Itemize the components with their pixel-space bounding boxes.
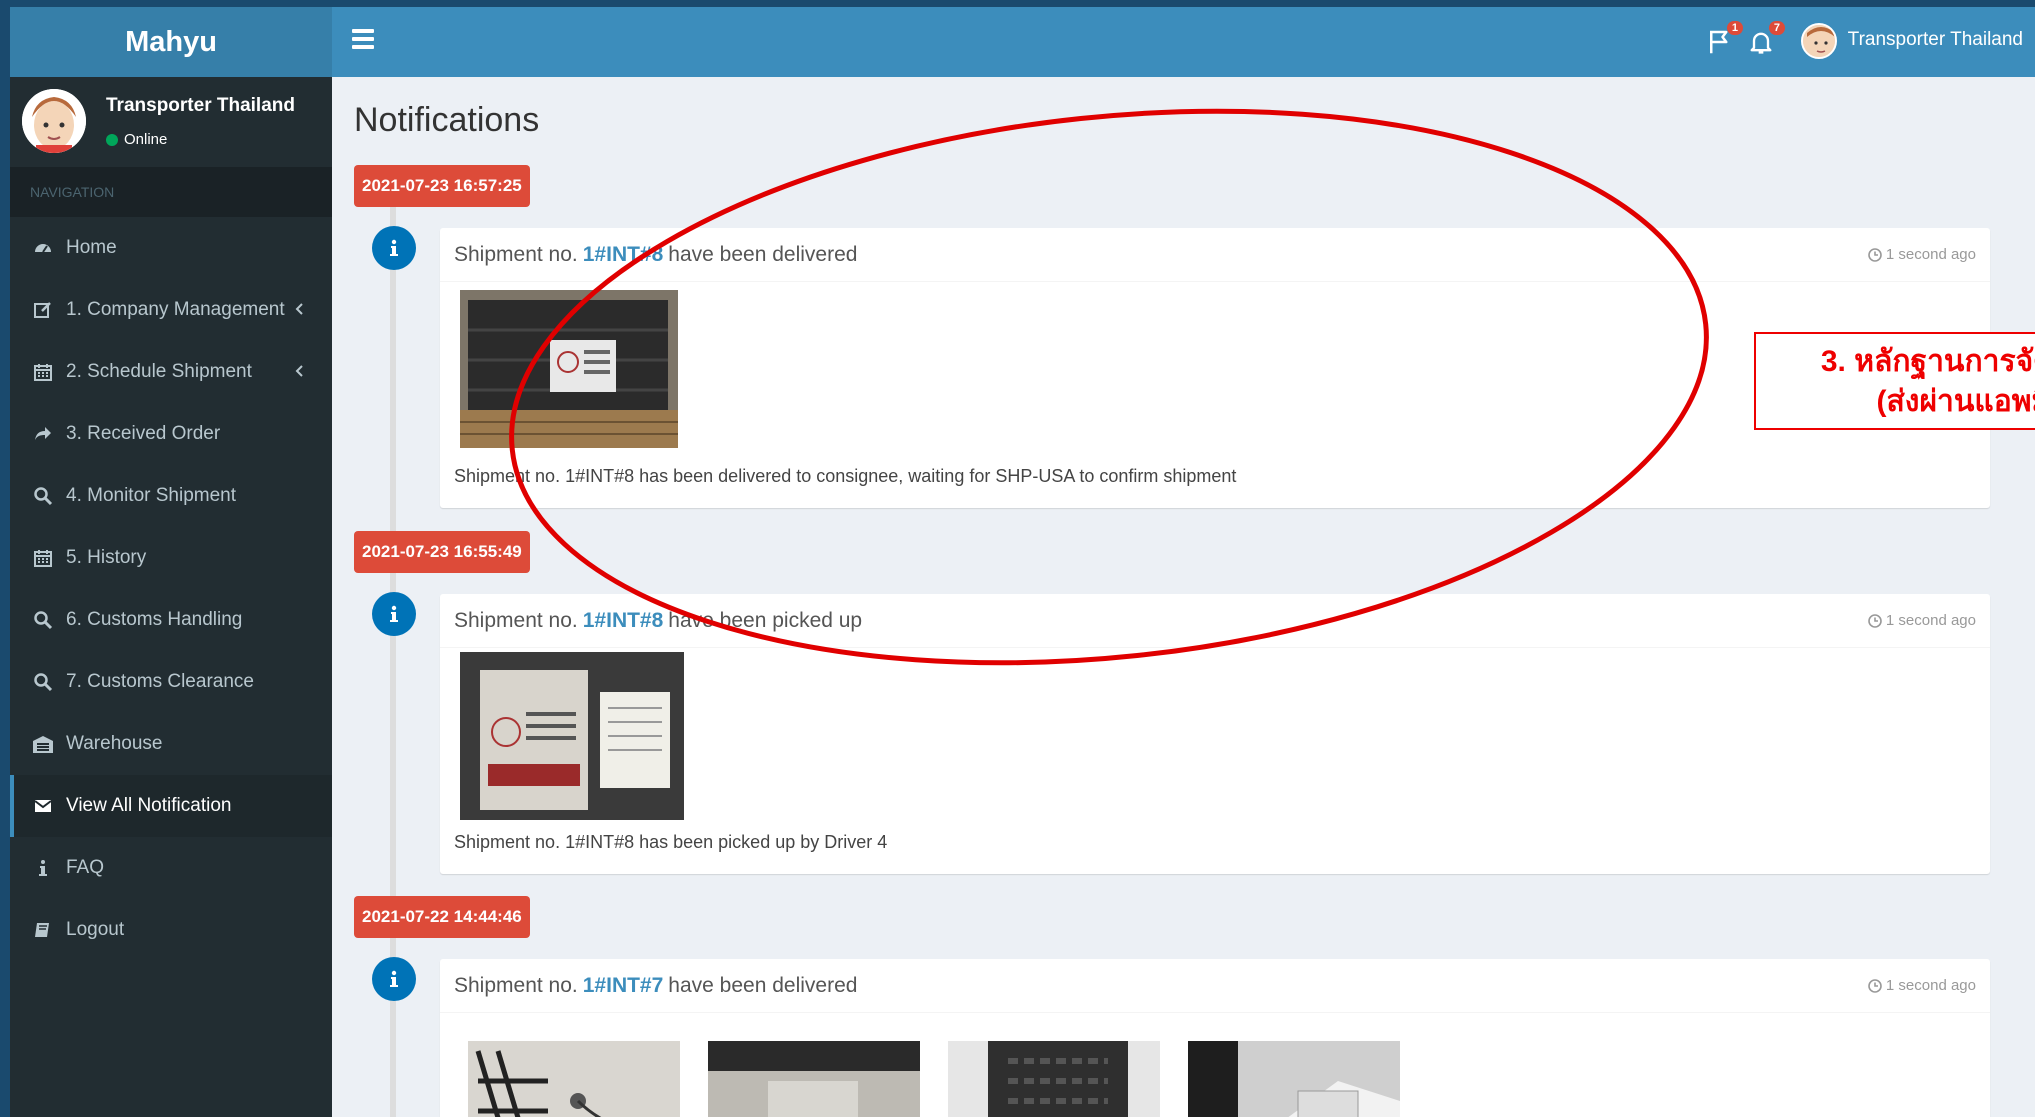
header-suffix: have been picked up <box>668 608 863 632</box>
time-ago: 1 second ago <box>1868 246 1976 263</box>
info-icon <box>32 857 54 879</box>
annotation-callout: 3. หลักฐานการจัดส่งถึงผู้รับ (ส่งผ่านแอพ… <box>1754 332 2035 430</box>
page-title: Notifications <box>354 101 540 139</box>
sidebar-item-label: Logout <box>66 919 125 940</box>
calendar-icon <box>32 361 54 383</box>
time-ago-text: 1 second ago <box>1885 977 1976 994</box>
calendar-icon <box>32 547 54 569</box>
search-icon <box>32 609 54 631</box>
sidebar-item-5[interactable]: 5. History <box>10 527 332 589</box>
delivery-photo[interactable] <box>708 1041 920 1117</box>
time-ago: 1 second ago <box>1868 977 1976 994</box>
shipment-link[interactable]: 1#INT#7 <box>583 974 664 998</box>
sidebar-toggle-icon[interactable] <box>352 29 374 51</box>
time-ago: 1 second ago <box>1868 612 1976 629</box>
header-prefix: Shipment no. <box>454 608 578 632</box>
flag-badge: 1 <box>1726 21 1743 35</box>
info-icon <box>372 957 416 1001</box>
timeline-header: Shipment no. 1#INT#8 have been delivered… <box>440 228 1990 282</box>
status-label: Online <box>124 131 168 148</box>
time-ago-text: 1 second ago <box>1885 246 1976 263</box>
timeline-item: Shipment no. 1#INT#8 have been picked up… <box>440 594 1990 874</box>
delivery-photo[interactable] <box>468 1041 680 1117</box>
sidebar-item-4[interactable]: 4. Monitor Shipment <box>10 465 332 527</box>
warehouse-icon <box>32 733 54 755</box>
time-label: 2021-07-23 16:57:25 <box>354 165 530 207</box>
clock-icon <box>1868 978 1882 993</box>
sidebar-item-0[interactable]: Home <box>10 217 332 279</box>
chevron-left-icon <box>292 301 308 317</box>
sidebar-item-label: FAQ <box>66 857 105 878</box>
clock-icon <box>1868 247 1882 262</box>
online-dot-icon <box>106 133 118 146</box>
sidebar-item-7[interactable]: 7. Customs Clearance <box>10 651 332 713</box>
timeline-item: Shipment no. 1#INT#7 have been delivered… <box>440 959 1990 1117</box>
annotation-line-1: 3. หลักฐานการจัดส่งถึงผู้รับ <box>1820 345 2035 378</box>
share-icon <box>32 423 54 445</box>
sidebar-item-2[interactable]: 2. Schedule Shipment <box>10 341 332 403</box>
dashboard-icon <box>32 237 54 259</box>
annotation-line-2: (ส่งผ่านแอพมือถือ) <box>1876 385 2035 418</box>
main-content: Notifications 2021-07-23 16:57:25 Shipme… <box>332 77 2035 1117</box>
time-label: 2021-07-23 16:55:49 <box>354 531 530 573</box>
shipment-link[interactable]: 1#INT#8 <box>583 243 664 267</box>
sidebar-item-label: 7. Customs Clearance <box>66 671 254 692</box>
sidebar-item-label: View All Notification <box>66 795 232 816</box>
sidebar-item-1[interactable]: 1. Company Management <box>10 279 332 341</box>
user-avatar[interactable] <box>1801 23 1837 59</box>
bell-notifications-button[interactable]: 7 <box>1747 21 1785 63</box>
info-icon <box>372 226 416 270</box>
sidebar-item-3[interactable]: 3. Received Order <box>10 403 332 465</box>
book-icon <box>32 919 54 941</box>
sidebar-item-label: Home <box>66 237 117 258</box>
info-icon <box>372 592 416 636</box>
sidebar-item-11[interactable]: Logout <box>10 899 332 961</box>
nav-list: Home 1. Company Management 2. Schedule Shi… <box>10 217 332 961</box>
header-suffix: have been delivered <box>668 242 858 266</box>
sidebar-item-label: 6. Customs Handling <box>66 609 243 630</box>
bell-badge: 7 <box>1768 21 1785 35</box>
delivery-photo[interactable] <box>948 1041 1160 1117</box>
app-logo[interactable]: Mahyu <box>10 7 332 77</box>
edit-icon <box>32 299 54 321</box>
timeline-body-text: Shipment no. 1#INT#8 has been picked up … <box>454 832 888 852</box>
sidebar-item-label: 4. Monitor Shipment <box>66 485 237 506</box>
sidebar-item-label: 2. Schedule Shipment <box>66 361 252 382</box>
search-icon <box>32 485 54 507</box>
pickup-photo[interactable] <box>460 652 684 820</box>
sidebar-item-label: 1. Company Management <box>66 299 285 320</box>
top-navbar: 1 7 Transporter Thailand <box>332 7 2035 77</box>
app-window: Mahyu 1 7 Transporter Thailand Transport… <box>10 7 2035 1117</box>
sidebar-item-label: 3. Received Order <box>66 423 221 444</box>
nav-header: NAVIGATION <box>10 167 332 217</box>
clock-icon <box>1868 613 1882 628</box>
time-label: 2021-07-22 14:44:46 <box>354 896 530 938</box>
timeline-body-text: Shipment no. 1#INT#8 has been delivered … <box>454 466 1237 486</box>
sidebar-user-name: Transporter Thailand <box>106 95 295 116</box>
shipment-link[interactable]: 1#INT#8 <box>583 609 664 633</box>
sidebar-item-label: 5. History <box>66 547 147 568</box>
sidebar-item-10[interactable]: FAQ <box>10 837 332 899</box>
sidebar-avatar <box>22 89 86 153</box>
user-status: Online <box>106 131 167 148</box>
flag-notifications-button[interactable]: 1 <box>1705 21 1743 63</box>
user-menu-name[interactable]: Transporter Thailand <box>1848 29 2023 51</box>
envelope-icon <box>32 795 54 817</box>
header-prefix: Shipment no. <box>454 973 578 997</box>
user-panel: Transporter Thailand Online <box>10 77 332 167</box>
sidebar: Transporter Thailand Online NAVIGATION H… <box>10 77 332 1117</box>
sidebar-item-label: Warehouse <box>66 733 163 754</box>
timeline-header: Shipment no. 1#INT#8 have been picked up… <box>440 594 1990 648</box>
delivery-photo[interactable] <box>1188 1041 1400 1117</box>
timeline-header: Shipment no. 1#INT#7 have been delivered… <box>440 959 1990 1013</box>
chevron-left-icon <box>292 363 308 379</box>
search-icon <box>32 671 54 693</box>
header-suffix: have been delivered <box>668 973 858 997</box>
sidebar-item-8[interactable]: Warehouse <box>10 713 332 775</box>
time-ago-text: 1 second ago <box>1885 612 1976 629</box>
sidebar-item-6[interactable]: 6. Customs Handling <box>10 589 332 651</box>
header-prefix: Shipment no. <box>454 242 578 266</box>
sidebar-item-9[interactable]: View All Notification <box>10 775 332 837</box>
delivery-photo[interactable] <box>460 290 678 448</box>
